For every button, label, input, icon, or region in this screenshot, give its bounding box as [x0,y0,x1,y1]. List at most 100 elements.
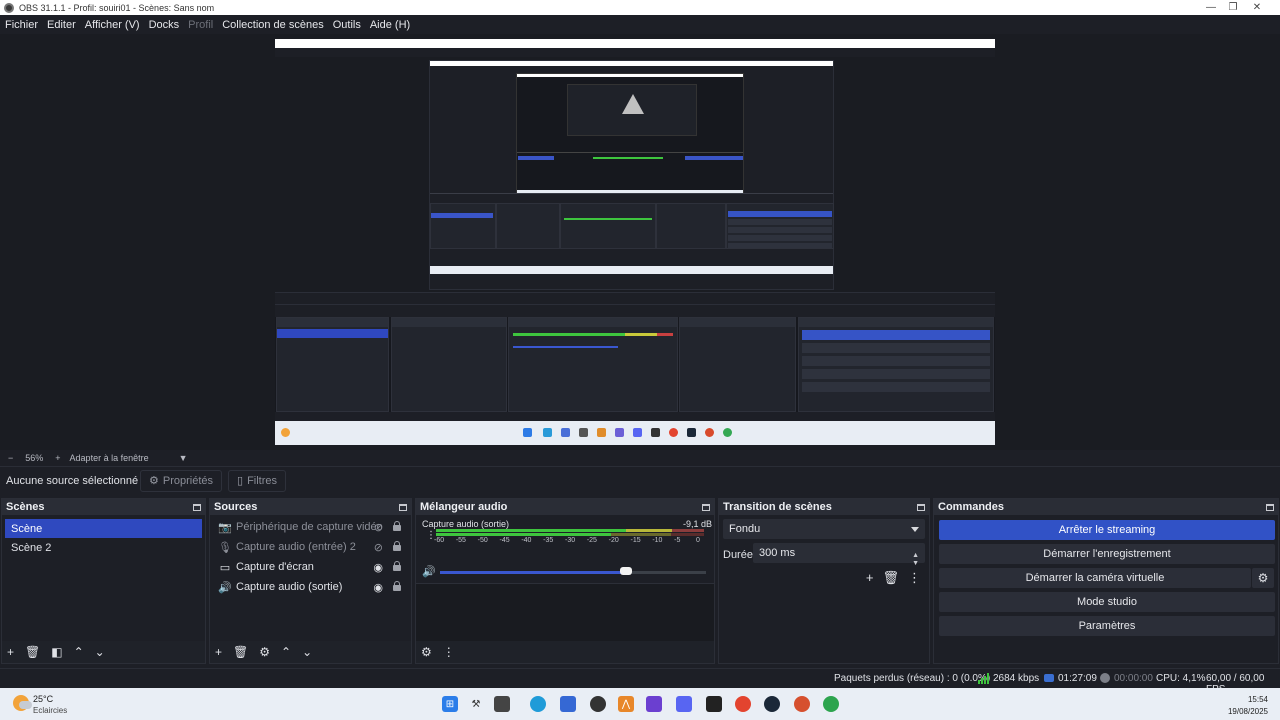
meter-tick-label: -35 [543,537,554,544]
undock-icon[interactable] [1266,503,1274,511]
speaker-icon[interactable]: 🔊 [422,565,436,578]
menu-aide[interactable]: Aide (H) [370,19,410,31]
move-up-icon[interactable]: ⌃ [281,645,291,659]
menu-editer[interactable]: Editer [47,19,76,31]
system-clock[interactable]: 15:54 19/08/2025 [1228,694,1268,718]
meter-tick-label: -55 [455,537,466,544]
filter-icon[interactable]: ◧ [51,645,62,659]
gear-icon[interactable]: ⚙ [259,645,270,659]
source-item[interactable]: 🔊 Capture audio (sortie) ◉ [210,577,411,597]
preview-nested-mixer [508,317,678,412]
duration-spinbox[interactable]: 300 ms ▲ ▼ [753,543,925,567]
trash-icon[interactable]: 🗑 [233,645,248,659]
start-virtual-camera-button[interactable]: Démarrer la caméra virtuelle [939,568,1251,588]
zoom-in-button[interactable]: + [55,453,60,463]
sources-dock-header: Sources [210,499,411,515]
edge-icon[interactable] [530,696,546,712]
source-item[interactable]: 📷 Périphérique de capture vidéo ⊘ [210,517,411,537]
volume-slider-thumb[interactable] [620,567,633,575]
transition-tools: + 🗑 ⋮ [857,570,921,586]
preview-nested-statusbar [275,412,995,421]
move-down-icon[interactable]: ⌄ [95,645,105,659]
menu-collection-scenes[interactable]: Collection de scènes [222,19,324,31]
studio-mode-button[interactable]: Mode studio [939,592,1275,612]
scene-item[interactable]: Scène 2 [5,538,202,557]
meter-tick-label: -20 [608,537,619,544]
preview-area[interactable] [0,34,1280,450]
weather-icon[interactable] [13,695,32,711]
app-icon[interactable] [494,696,510,712]
scene-item[interactable]: Scène [5,519,202,538]
eye-hidden-icon[interactable]: ⊘ [374,541,383,554]
lock-icon[interactable] [393,521,401,531]
record-icon [1100,673,1110,683]
more-menu-icon[interactable]: ⋮ [908,570,921,586]
lock-icon[interactable] [393,541,401,551]
transition-select[interactable]: Fondu [723,519,925,539]
discord-icon[interactable] [676,696,692,712]
mixer-menu-icon[interactable]: ⋮ [443,645,455,659]
zoom-fit-dropdown[interactable]: Adapter à la fenêtre [70,453,149,463]
menu-docks[interactable]: Docks [149,19,180,31]
filters-button[interactable]: ▯ Filtres [228,469,287,492]
chevron-down-icon[interactable]: ▼ [179,453,188,463]
source-item[interactable]: 🎙 Capture audio (entrée) 2 ⊘ [210,537,411,557]
close-button[interactable]: ✕ [1234,0,1280,15]
tool-icon[interactable]: ⚒ [468,696,484,712]
undock-icon[interactable] [917,503,925,511]
zoom-out-button[interactable]: − [8,453,13,463]
stop-streaming-button[interactable]: Arrêter le streaming [939,520,1275,540]
chrome-icon[interactable] [735,696,751,712]
undock-icon[interactable] [193,503,201,511]
start-recording-button[interactable]: Démarrer l'enregistrement [939,544,1275,564]
preview-nested-taskbar [275,421,995,445]
sources-list: 📷 Périphérique de capture vidéo ⊘ 🎙 Capt… [210,515,411,641]
menu-bar: Fichier Editer Afficher (V) Docks Profil… [0,15,1280,34]
app-icon[interactable] [646,696,662,712]
move-down-icon[interactable]: ⌄ [302,645,312,659]
eye-icon[interactable]: ◉ [373,561,383,574]
undock-icon[interactable] [702,503,710,511]
zoom-bar: − 56% + Adapter à la fenêtre ▼ [0,450,1280,465]
menu-afficher[interactable]: Afficher (V) [85,19,140,31]
trash-icon[interactable]: 🗑 [882,570,899,586]
trash-icon[interactable]: 🗑 [25,645,40,659]
move-up-icon[interactable]: ⌃ [74,645,84,659]
menu-outils[interactable]: Outils [333,19,361,31]
meter-tick-label: -10 [652,537,663,544]
gear-icon: ⚙ [149,475,159,487]
eye-icon[interactable]: ◉ [373,581,383,594]
obs-icon[interactable] [590,696,606,712]
menu-fichier[interactable]: Fichier [5,19,38,31]
eye-hidden-icon[interactable]: ⊘ [374,521,383,534]
volume-slider[interactable]: 🔊 [422,565,712,579]
settings-button[interactable]: Paramètres [939,616,1275,636]
monitor-icon: ▭ [219,561,231,574]
preview-canvas[interactable] [275,39,995,445]
os-taskbar: 25°C Eclaircies ⊞ ⚒ ⋀ 15:54 19/08/2025 [0,688,1280,720]
mixer-track: Capture audio (sortie) -9,1 dB [422,519,712,529]
source-item[interactable]: ▭ Capture d'écran ◉ [210,557,411,577]
add-source-button[interactable]: + [215,645,222,659]
controls-header: Commandes [934,499,1278,515]
add-scene-button[interactable]: + [7,645,14,659]
menu-profil[interactable]: Profil [188,19,213,31]
properties-button[interactable]: ⚙ Propriétés [140,469,223,492]
meter-ticks: -60 -55 -50 -45 -40 -35 -30 -25 -20 -15 -10 -5 0 [434,537,710,547]
advanced-audio-icon[interactable]: ⚙ [421,645,432,659]
lock-icon[interactable] [393,581,401,591]
app-icon[interactable] [794,696,810,712]
chrome-profile-icon[interactable] [823,696,839,712]
terminal-icon[interactable] [706,696,722,712]
controls-dock: Commandes Arrêter le streaming Démarrer … [933,498,1279,664]
volume-meter [436,529,708,537]
audio-mixer-header: Mélangeur audio [416,499,714,515]
steam-icon[interactable] [764,696,780,712]
lock-icon[interactable] [393,561,401,571]
gear-icon[interactable]: ⚙ [1252,568,1274,588]
add-transition-button[interactable]: + [866,570,874,586]
store-icon[interactable] [560,696,576,712]
windows-start-icon[interactable]: ⊞ [442,696,458,712]
app-icon[interactable]: ⋀ [618,696,634,712]
undock-icon[interactable] [399,503,407,511]
